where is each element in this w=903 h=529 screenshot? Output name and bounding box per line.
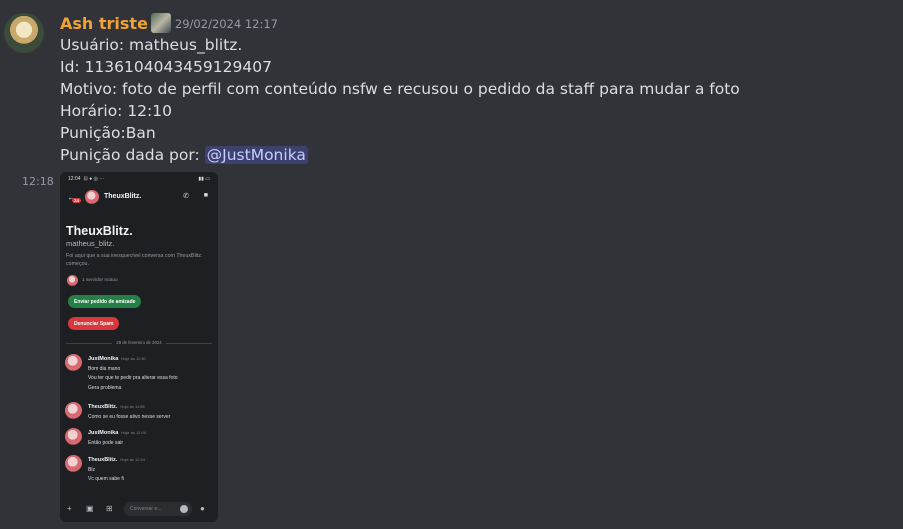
line-usuario: Usuário: matheus_blitz. <box>60 36 243 54</box>
mutual-servers: 1 servidor mútuo <box>82 278 118 283</box>
header-username: TheuxBlitz. <box>104 193 142 200</box>
message-content: Usuário: matheus_blitz. Id: 113610404345… <box>60 34 740 166</box>
chat-line: Bom dia mano <box>88 365 121 372</box>
profile-handle: matheus_blitz. <box>66 239 115 248</box>
chat-author: JustMonika <box>88 356 119 362</box>
line-dada-por: Punição dada por: @JustMonika <box>60 144 740 166</box>
chat-line: Vc quem sabe fi <box>88 476 124 482</box>
chat-author: TheuxBlitz. <box>88 404 118 410</box>
microphone-icon: ● <box>200 504 205 513</box>
chat-line: Vou ter que te pedir pra alterar essa fo… <box>88 375 178 381</box>
unread-badge: 24 <box>72 198 82 203</box>
line-id: Id: 1136104043459129407 <box>60 58 272 76</box>
author-avatar[interactable] <box>4 13 44 53</box>
chat-message: JustMonika Hoje às 12:04 Então pode sair <box>88 428 146 448</box>
profile-description: Foi aqui que a sua inesquecível conversa… <box>66 253 203 267</box>
profile-name: TheuxBlitz. <box>66 224 133 238</box>
battery-icon: ▮▮ ▭ <box>198 176 210 182</box>
message-avatar <box>65 402 82 419</box>
server-icon <box>67 275 78 286</box>
emoji-icon <box>180 505 188 513</box>
chat-input-bar: + ▣ ⊞ Conversar e... ● <box>60 496 218 522</box>
dada-por-label: Punição dada por: <box>60 146 200 164</box>
date-divider: 29 de fevereiro de 2024 <box>60 340 218 345</box>
chat-input-placeholder: Conversar e... <box>130 506 162 512</box>
report-spam-button: Denunciar Spam <box>68 317 120 330</box>
user-mention[interactable]: @JustMonika <box>204 146 308 164</box>
attachment-timestamp: 12:18 <box>22 175 54 188</box>
chat-author: JustMonika <box>88 430 119 436</box>
chat-line: Então pode sair <box>88 439 124 446</box>
image-attachment[interactable]: 12:04 ⊡ ● ◎ ⋯ ▮▮ ▭ ← 24 TheuxBlitz. ✆ ■ … <box>60 172 218 522</box>
notification-icons: ⊡ ● ◎ ⋯ <box>83 176 105 182</box>
apps-icon: ⊞ <box>106 504 113 513</box>
phone-status-bar: 12:04 ⊡ ● ◎ ⋯ <box>68 176 104 182</box>
line-punicao: Punição:Ban <box>60 124 156 142</box>
date-divider-label: 29 de fevereiro de 2024 <box>112 340 166 345</box>
line-motivo: Motivo: foto de perfil com conteúdo nsfw… <box>60 80 740 98</box>
message-header: Ash triste 29/02/2024 12:17 <box>60 12 278 34</box>
chat-time: Hoje às 11:30 <box>121 356 146 361</box>
chat-time: Hoje às 11:56 <box>120 404 145 409</box>
message-avatar <box>65 354 82 371</box>
plus-icon: + <box>67 504 72 513</box>
header-avatar <box>85 190 99 204</box>
video-call-icon: ■ <box>203 192 208 199</box>
message-avatar <box>65 455 82 472</box>
gallery-icon: ▣ <box>86 504 94 513</box>
friend-request-button: Enviar pedido de amizade <box>68 295 142 308</box>
chat-message: TheuxBlitz. Hoje às 12:04 Blz Vc quem sab… <box>88 455 145 485</box>
author-name[interactable]: Ash triste <box>60 14 148 33</box>
chat-time: Hoje às 12:04 <box>121 430 146 435</box>
message-avatar <box>65 428 82 445</box>
chat-time: Hoje às 12:04 <box>120 457 146 462</box>
phone-status-time: 12:04 <box>68 176 81 182</box>
chat-line: Como se eu fosse ativo nesse server <box>88 413 171 420</box>
chat-line: Gera problema <box>88 384 122 391</box>
phone-call-icon: ✆ <box>183 193 189 200</box>
line-horario: Horário: 12:10 <box>60 102 172 120</box>
role-icon <box>150 13 171 33</box>
chat-input: Conversar e... <box>124 502 192 516</box>
chat-line: Blz <box>88 466 95 473</box>
chat-author: TheuxBlitz. <box>88 457 118 463</box>
message-timestamp: 29/02/2024 12:17 <box>174 17 279 31</box>
chat-message: JustMonika Hoje às 11:30 Bom dia mano Vou… <box>88 354 178 393</box>
chat-message: TheuxBlitz. Hoje às 11:56 Como se eu foss… <box>88 402 170 422</box>
